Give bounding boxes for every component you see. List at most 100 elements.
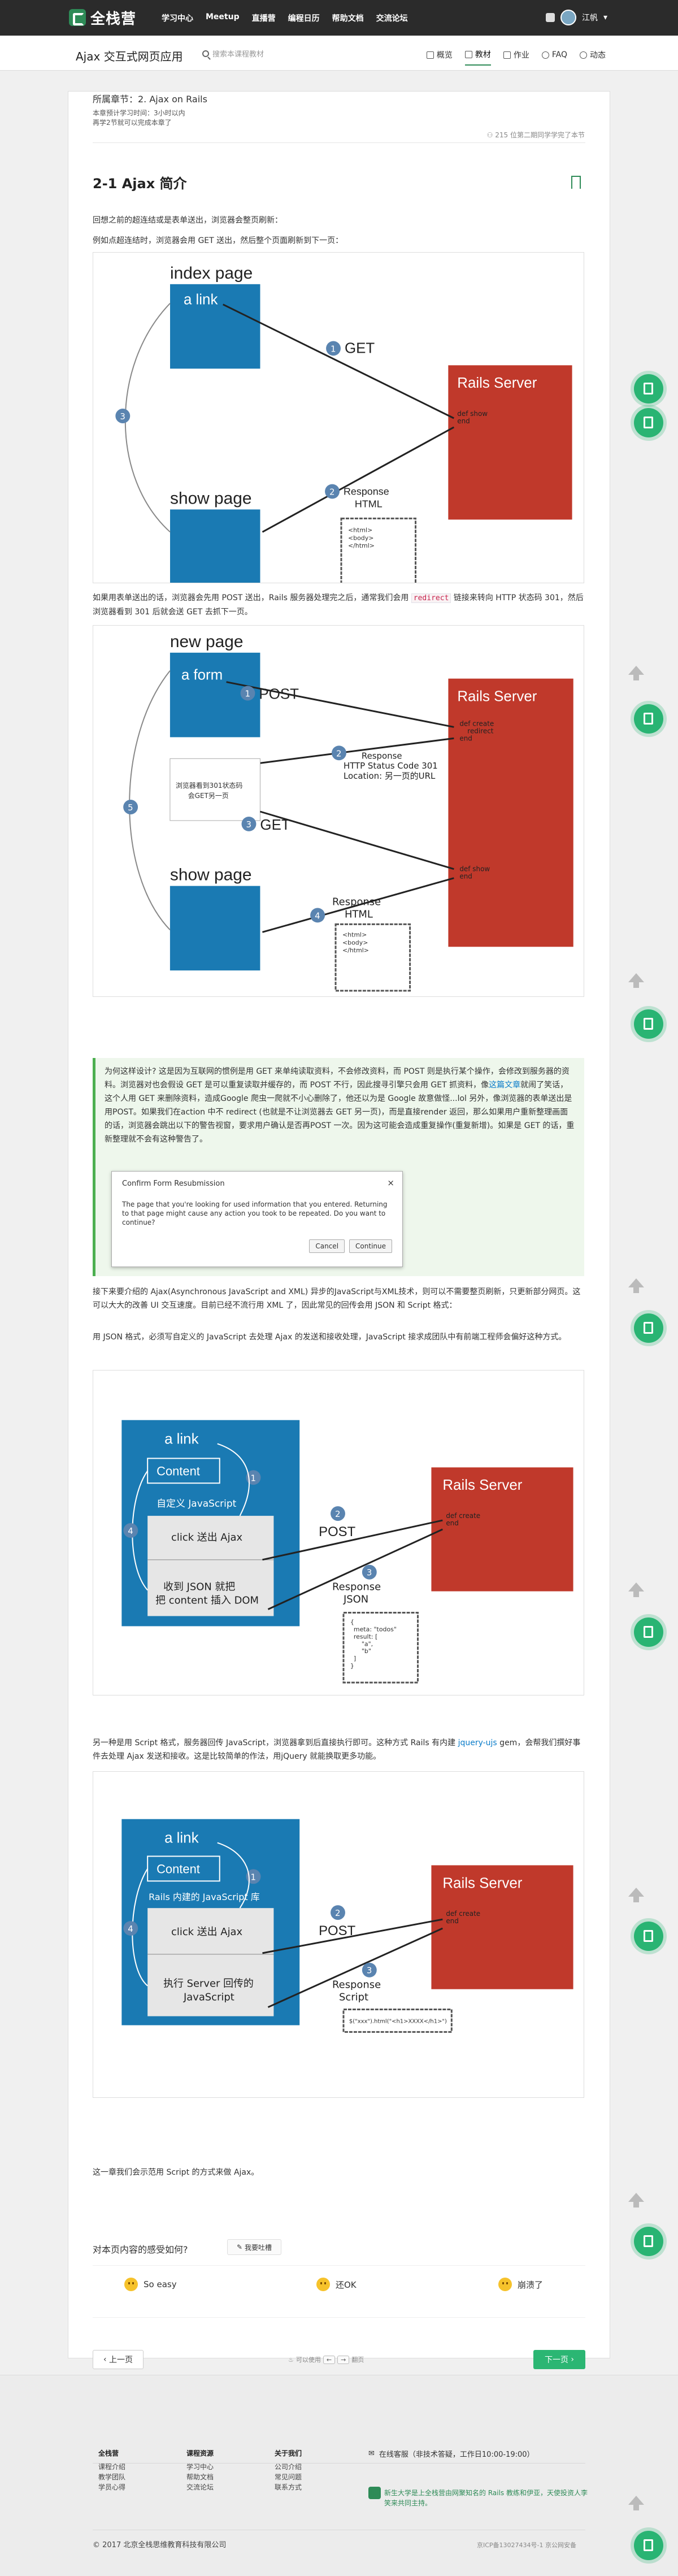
fig1-step-number: 2: [329, 487, 335, 497]
floating-help-button[interactable]: [634, 704, 663, 734]
fig3-json-line: ]: [354, 1655, 356, 1662]
search-input[interactable]: 搜索本课程教材: [212, 48, 264, 59]
bulb-icon: ♨: [288, 2356, 294, 2363]
fig3-json-box: [342, 1612, 419, 1684]
tab-homework[interactable]: 作业: [503, 49, 529, 66]
fig3-link-label: a link: [164, 1432, 198, 1447]
fig2-html-line: </html>: [342, 947, 369, 954]
nav-learning-center[interactable]: 学习中心: [162, 12, 193, 24]
footer-link[interactable]: 教学团队: [98, 2473, 125, 2481]
fig2-response2-html-label: HTML: [345, 908, 373, 920]
main-nav: 学习中心 Meetup 直播营 编程日历 帮助文档 交流论坛: [162, 12, 408, 24]
scroll-up-icon[interactable]: [628, 666, 644, 680]
fig3-json-line: meta: "todos": [354, 1625, 397, 1633]
paragraph: 回想之前的超连结或是表单送出，浏览器会整页刷新：: [93, 216, 282, 225]
footer-link[interactable]: 课程介绍: [98, 2463, 125, 2471]
floating-help-button[interactable]: [634, 408, 663, 437]
scroll-up-icon[interactable]: [628, 1278, 644, 1293]
fig2-step-number: 5: [128, 803, 133, 813]
scroll-up-icon[interactable]: [628, 2496, 644, 2510]
diagram-script-svg: a link Content Rails 内建的 JavaScript 库 cl…: [121, 1819, 573, 2033]
username[interactable]: 江帆: [582, 12, 598, 23]
footer-link[interactable]: 学员心得: [98, 2483, 125, 2491]
feedback-option-ok[interactable]: 还OK: [316, 2278, 357, 2291]
fig1-response-html-label: HTML: [355, 498, 383, 509]
nav-live-camp[interactable]: 直播营: [252, 12, 276, 24]
tab-activity[interactable]: 动态: [580, 49, 606, 66]
paragraph: 例如点超连结时，浏览器会用 GET 送出，然后整个页面刷新到下一页：: [93, 236, 344, 245]
document-icon: [503, 51, 511, 59]
fig3-receive-line: 把 content 插入 DOM: [155, 1595, 259, 1607]
floating-help-button[interactable]: [634, 1617, 663, 1647]
avatar[interactable]: [560, 10, 576, 25]
fig3-response-label: Response: [332, 1581, 381, 1593]
keyboard-hint-text: 可以使用: [295, 2356, 321, 2363]
floating-help-button[interactable]: [634, 374, 663, 404]
diagram-get-request: index page a link Rails Server def show …: [93, 252, 584, 583]
icp-license[interactable]: 京ICP备13027434号-1 京公网安备: [477, 2540, 576, 2549]
bookmark-icon[interactable]: [571, 176, 581, 194]
prev-page-button[interactable]: ‹ 上一页: [93, 2350, 144, 2369]
fig1-server-code-line: def show: [457, 410, 488, 418]
neutral-face-icon: [316, 2278, 330, 2291]
footer-link[interactable]: 公司介绍: [275, 2463, 302, 2471]
fig2-step-number: 2: [336, 748, 342, 758]
scroll-up-icon[interactable]: [628, 1582, 644, 1597]
next-page-button[interactable]: 下一页 ›: [533, 2350, 585, 2369]
jquery-ujs-link[interactable]: jquery-ujs: [458, 1738, 497, 1747]
fig3-step-number: 4: [128, 1526, 133, 1536]
note-article-link[interactable]: 这篇文章: [489, 1081, 520, 1090]
footer-link[interactable]: 帮助文档: [186, 2473, 214, 2481]
footer-link[interactable]: 常见问题: [275, 2473, 302, 2481]
fig2-show-page-label: show page: [170, 866, 252, 884]
tab-materials[interactable]: 教材: [464, 49, 491, 66]
footer-link[interactable]: 联系方式: [275, 2483, 302, 2491]
floating-help-button[interactable]: [634, 1313, 663, 1343]
scroll-up-icon[interactable]: [628, 2193, 644, 2208]
feedback-option-label: 还OK: [336, 2279, 357, 2290]
diagram-post-redirect: new page a form Rails Server def create …: [93, 625, 584, 997]
fig3-click-label: click 送出 Ajax: [171, 1532, 243, 1543]
nav-forum[interactable]: 交流论坛: [376, 12, 408, 24]
tab-overview[interactable]: 概览: [426, 49, 453, 66]
nav-help-docs[interactable]: 帮助文档: [332, 12, 364, 24]
diagram-get-svg: index page a link Rails Server def show …: [115, 264, 572, 583]
chevron-down-icon[interactable]: ▾: [603, 13, 607, 22]
feedback-option-hard[interactable]: 崩溃了: [498, 2278, 543, 2291]
chevron-right-icon: ›: [568, 2355, 575, 2364]
divider: [93, 2463, 585, 2464]
tab-faq[interactable]: FAQ: [541, 49, 567, 66]
floating-help-button[interactable]: [634, 2227, 663, 2256]
brand-logo[interactable]: 全栈营: [69, 8, 136, 28]
crying-face-icon: [498, 2278, 512, 2291]
footer-link[interactable]: 交流论坛: [186, 2483, 214, 2491]
course-title[interactable]: Ajax 交互式网页应用: [76, 47, 183, 64]
footer-col-resources: 课程资源 学习中心 帮助文档 交流论坛: [186, 2448, 214, 2492]
brand-logo-icon: [69, 9, 86, 26]
floating-help-button[interactable]: [634, 1922, 663, 1951]
fig2-server-code-line: redirect: [467, 727, 493, 735]
floating-help-button[interactable]: [634, 1009, 663, 1039]
nav-calendar[interactable]: 编程日历: [288, 12, 320, 24]
user-menu[interactable]: 江帆 ▾: [545, 10, 607, 25]
feedback-option-easy[interactable]: So easy: [124, 2278, 177, 2291]
feedback-complain-button[interactable]: ✎ 我要吐槽: [227, 2239, 281, 2255]
floating-help-button[interactable]: [634, 2531, 663, 2560]
fig2-html-line: <html>: [342, 931, 367, 938]
online-service-text: 在线客服（非技术答疑，工作日10:00-19:00）: [379, 2451, 534, 2459]
diagram-json-svg: a link Content 自定义 JavaScript click 送出 A…: [121, 1420, 573, 1684]
online-service[interactable]: ✉ 在线客服（非技术答疑，工作日10:00-19:00）: [368, 2448, 534, 2459]
fig2-html-line: <body>: [342, 939, 368, 946]
nav-meetup[interactable]: Meetup: [206, 12, 240, 24]
fig2-step-number: 1: [245, 689, 251, 699]
fig2-redirect-arrow: [260, 737, 454, 764]
course-search[interactable]: 搜索本课程教材: [202, 48, 264, 59]
fig2-form-label: a form: [181, 667, 223, 683]
footer-link[interactable]: 学习中心: [186, 2463, 214, 2471]
scroll-up-icon[interactable]: [628, 1888, 644, 1902]
fig2-server-code-line: end: [459, 873, 472, 881]
scroll-up-icon[interactable]: [628, 973, 644, 988]
fig1-response-label: Response: [344, 486, 389, 497]
fig1-html-line: <body>: [348, 534, 373, 541]
divider: [93, 142, 585, 143]
